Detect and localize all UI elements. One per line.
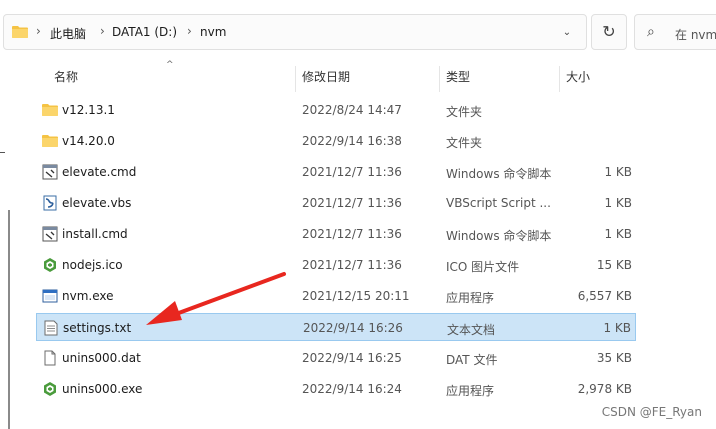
watermark: CSDN @FE_Ryan: [601, 405, 702, 419]
red-arrow-annotation: [146, 272, 286, 325]
